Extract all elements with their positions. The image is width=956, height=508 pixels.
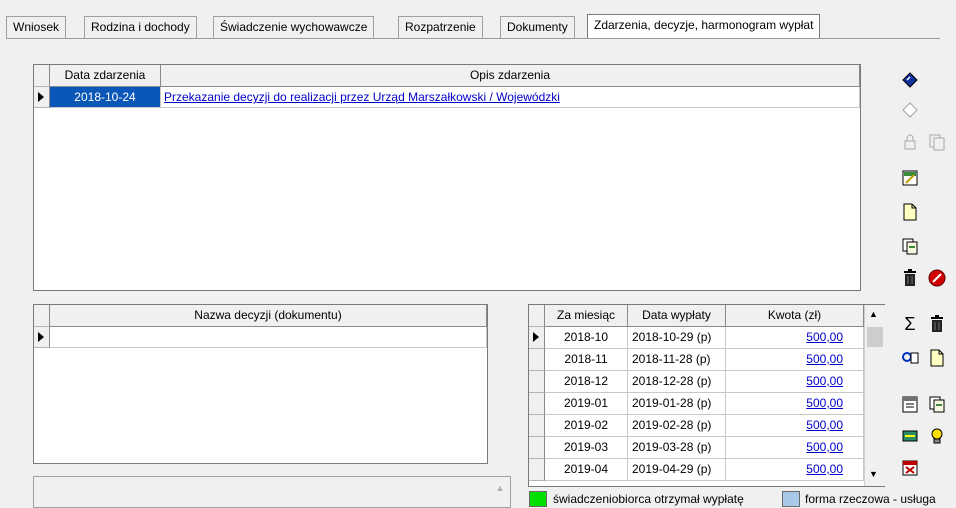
schedule-cell-pay-date[interactable]: 2018-10-29 (p)	[628, 327, 726, 349]
schedule-cell-pay-date[interactable]: 2018-12-28 (p)	[628, 371, 726, 393]
lightbulb-icon[interactable]	[925, 424, 949, 448]
decisions-header-name[interactable]: Nazwa decyzji (dokumentu)	[50, 305, 487, 327]
schedule-header-month[interactable]: Za miesiąc	[545, 305, 628, 327]
scrollbar-thumb[interactable]	[867, 327, 883, 347]
schedule-cell-pay-date[interactable]: 2019-01-28 (p)	[628, 393, 726, 415]
schedule-row-marker	[529, 349, 545, 371]
lock-icon[interactable]	[898, 130, 922, 154]
schedule-cell-amount[interactable]: 500,00	[726, 437, 864, 459]
decisions-grid[interactable]: Nazwa decyzji (dokumentu)	[33, 304, 488, 464]
eraser-icon[interactable]	[898, 98, 922, 122]
tab-divider	[6, 38, 940, 39]
scroll-up-icon[interactable]: ▲	[494, 483, 506, 495]
schedule-cell-amount[interactable]: 500,00	[726, 349, 864, 371]
schedule-cell-month[interactable]: 2019-04	[545, 459, 628, 481]
calendar-icon[interactable]	[898, 392, 922, 416]
schedule-row-marker	[529, 459, 545, 481]
new-document-icon[interactable]	[898, 200, 922, 224]
decisions-header-corner	[34, 305, 50, 327]
tab-wniosek[interactable]: Wniosek	[6, 16, 67, 38]
events-row-date[interactable]: 2018-10-24	[50, 87, 161, 108]
notes-panel[interactable]: ▲	[33, 476, 511, 508]
schedule-cell-month[interactable]: 2019-01	[545, 393, 628, 415]
import-document-icon[interactable]	[925, 392, 949, 416]
tag-icon[interactable]	[898, 68, 922, 92]
schedule-cell-month[interactable]: 2018-10	[545, 327, 628, 349]
schedule-cell-month[interactable]: 2019-02	[545, 415, 628, 437]
events-header-corner	[34, 65, 50, 87]
schedule-header-corner	[529, 305, 545, 327]
schedule-row-marker	[529, 437, 545, 459]
schedule-cell-amount[interactable]: 500,00	[726, 393, 864, 415]
schedule-grid[interactable]: Za miesiąc Data wypłaty Kwota (zł) ▲ ▼ 2…	[528, 304, 885, 487]
row-pointer-icon	[38, 92, 44, 102]
schedule-row-marker	[529, 327, 545, 349]
row-pointer-icon	[533, 332, 539, 342]
schedule-cell-pay-date[interactable]: 2018-11-28 (p)	[628, 349, 726, 371]
scroll-up-icon[interactable]: ▲	[869, 309, 878, 319]
legend-received-label: świadczeniobiorca otrzymał wypłatę	[553, 492, 744, 506]
decisions-row-marker	[34, 327, 50, 348]
schedule-row-marker	[529, 371, 545, 393]
legend-received-swatch	[529, 491, 547, 507]
tab-rodzina-i-dochody[interactable]: Rodzina i dochody	[84, 16, 197, 38]
events-row-marker	[34, 87, 50, 108]
events-header-description[interactable]: Opis zdarzenia	[161, 65, 860, 87]
delete-trash-icon[interactable]	[898, 266, 922, 290]
delete-trash-icon[interactable]	[925, 312, 949, 336]
schedule-cell-amount[interactable]: 500,00	[726, 459, 864, 481]
cancel-calendar-icon[interactable]	[898, 456, 922, 480]
tab-dokumenty[interactable]: Dokumenty	[500, 16, 575, 38]
tab-rozpatrzenie[interactable]: Rozpatrzenie	[398, 16, 483, 38]
new-document-icon[interactable]	[925, 346, 949, 370]
legend-in-kind-label: forma rzeczowa - usługa	[805, 492, 936, 506]
schedule-scrollbar[interactable]: ▲ ▼	[864, 305, 885, 486]
schedule-row-marker	[529, 393, 545, 415]
edit-document-icon[interactable]	[898, 166, 922, 190]
cancel-stop-icon[interactable]	[925, 266, 949, 290]
scroll-down-icon[interactable]: ▼	[869, 469, 878, 479]
schedule-cell-pay-date[interactable]: 2019-02-28 (p)	[628, 415, 726, 437]
schedule-cell-amount[interactable]: 500,00	[726, 371, 864, 393]
schedule-cell-month[interactable]: 2018-12	[545, 371, 628, 393]
schedule-header-pay-date[interactable]: Data wypłaty	[628, 305, 726, 327]
tab-zdarzenia-decyzje-harmonogram[interactable]: Zdarzenia, decyzje, harmonogram wypłat	[587, 14, 821, 38]
decisions-row-name[interactable]	[50, 327, 487, 348]
import-document-icon[interactable]	[898, 234, 922, 258]
sum-icon[interactable]: Σ	[898, 312, 922, 336]
transfer-icon[interactable]	[898, 424, 922, 448]
schedule-cell-amount[interactable]: 500,00	[726, 415, 864, 437]
schedule-cell-month[interactable]: 2018-11	[545, 349, 628, 371]
schedule-row-marker	[529, 415, 545, 437]
schedule-cell-pay-date[interactable]: 2019-04-29 (p)	[628, 459, 726, 481]
schedule-cell-pay-date[interactable]: 2019-03-28 (p)	[628, 437, 726, 459]
tab-swiadczenie-wychowawcze[interactable]: Świadczenie wychowawcze	[213, 16, 375, 38]
events-grid[interactable]: Data zdarzenia Opis zdarzenia 2018-10-24…	[33, 64, 861, 291]
events-row-description[interactable]: Przekazanie decyzji do realizacji przez …	[161, 87, 860, 108]
schedule-cell-month[interactable]: 2019-03	[545, 437, 628, 459]
find-person-icon[interactable]	[898, 346, 922, 370]
schedule-header-amount[interactable]: Kwota (zł)	[726, 305, 864, 327]
schedule-cell-amount[interactable]: 500,00	[726, 327, 864, 349]
events-header-date[interactable]: Data zdarzenia	[50, 65, 161, 87]
row-pointer-icon	[38, 332, 44, 342]
copy-document-icon[interactable]	[925, 130, 949, 154]
legend-in-kind-swatch	[782, 491, 800, 507]
